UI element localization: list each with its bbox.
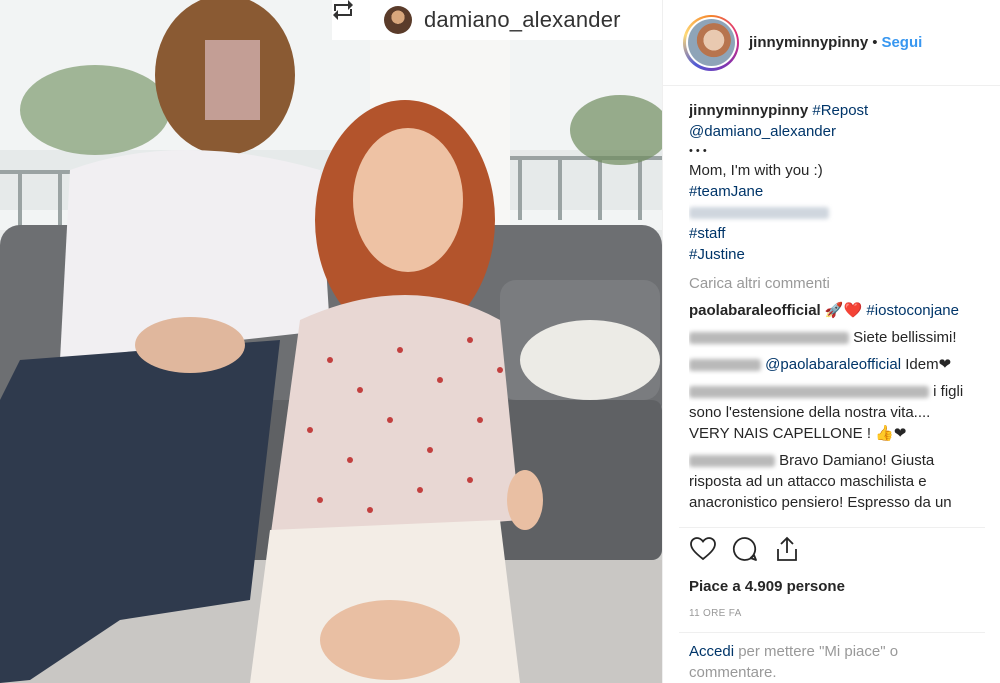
divider (679, 632, 985, 633)
photo-illustration (0, 0, 662, 683)
header-username[interactable]: jinnyminnypinny (749, 34, 868, 51)
blurred-username (689, 332, 849, 345)
story-ring[interactable] (683, 14, 739, 71)
caption-hashtag[interactable]: #teamJane (689, 183, 763, 200)
comment: i figli sono l'estensione della nostra v… (689, 381, 1000, 444)
caption-hashtag-repost[interactable]: #Repost (812, 102, 868, 119)
post-actions (689, 535, 801, 563)
post-side-panel: jinnyminnypinny • Segui jinnyminnypinny … (662, 0, 1000, 683)
heart-outline-icon[interactable] (689, 535, 717, 563)
post-timestamp: 11 ORE FA (689, 608, 742, 619)
blurred-username (689, 359, 761, 372)
comment-text: anacronistico pensiero! Espresso da un (689, 494, 952, 511)
avatar[interactable] (687, 19, 735, 66)
comment-text: VERY NAIS CAPELLONE ! 👍❤ (689, 425, 907, 442)
caption-hashtag[interactable]: #Justine (689, 246, 745, 263)
comments-section: jinnyminnypinny #Repost @damiano_alexand… (663, 86, 1000, 513)
divider (679, 527, 985, 528)
caption-dots: • • • (689, 145, 707, 157)
comment: @paolabaraleofficial Idem❤ (689, 354, 1000, 375)
repost-avatar (384, 6, 412, 34)
comment-text: sono l'estensione della nostra vita.... (689, 404, 931, 421)
caption-mention[interactable]: @damiano_alexander (689, 123, 836, 140)
repost-username: damiano_alexander (424, 7, 621, 32)
post-photo: damiano_alexander (0, 0, 662, 683)
share-upload-icon[interactable] (773, 535, 801, 563)
comment: paolabaraleofficial 🚀❤️ #iostoconjane (689, 300, 1000, 321)
follow-button[interactable]: Segui (881, 34, 922, 51)
load-more-comments-button[interactable]: Carica altri commenti (689, 273, 1000, 294)
speech-bubble-icon[interactable] (731, 535, 759, 563)
caption-username[interactable]: jinnyminnypinny (689, 102, 808, 119)
login-link[interactable]: Accedi (689, 643, 734, 660)
comment-hashtag[interactable]: #iostoconjane (866, 302, 959, 319)
blurred-username (689, 455, 775, 468)
likes-count[interactable]: Piace a 4.909 persone (689, 578, 845, 595)
comment-text: i figli (933, 383, 964, 400)
comment-text: Siete bellissimi! (853, 329, 957, 346)
blurred-username (689, 386, 929, 399)
header-separator: • (872, 34, 878, 51)
repost-badge: damiano_alexander (332, 0, 662, 40)
caption-first-line: jinnyminnypinny #Repost (689, 100, 1000, 121)
comment-text: risposta ad un attacco maschilista e (689, 473, 927, 490)
blurred-text (689, 207, 829, 220)
comment-emoji: 🚀❤️ (824, 302, 863, 319)
comment-text: Bravo Damiano! Giusta (779, 452, 935, 469)
post-header: jinnyminnypinny • Segui (663, 0, 1000, 86)
comment: Bravo Damiano! Giusta risposta ad un att… (689, 450, 1000, 513)
caption-blurred-hashtag (689, 202, 1000, 223)
comment-text: Idem❤ (905, 356, 952, 373)
comment-mention[interactable]: @paolabaraleofficial (765, 356, 901, 373)
comment-username[interactable]: paolabaraleofficial (689, 302, 821, 319)
caption-hashtag[interactable]: #staff (689, 225, 725, 242)
login-prompt: Accedi per mettere "Mi piace" o commenta… (689, 641, 989, 683)
repost-icon (333, 0, 374, 32)
comment: Siete bellissimi! (689, 327, 1000, 348)
caption-text: Mom, I'm with you :) (689, 162, 823, 179)
